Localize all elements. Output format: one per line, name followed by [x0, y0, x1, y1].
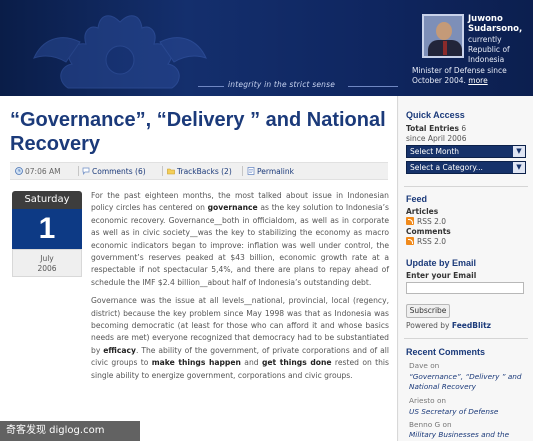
chevron-down-icon: ▼ [513, 162, 525, 173]
site-header: integrity in the strict sense Juwono Sud… [0, 0, 533, 96]
post-body: For the past eighteen months, the most t… [91, 190, 389, 388]
email-input[interactable] [406, 282, 524, 294]
watermark: 奇客发现 diglog.com [0, 421, 140, 441]
author-more-link[interactable]: more [468, 76, 487, 85]
powered-by: Powered by FeedBlitz [406, 321, 492, 330]
category-select[interactable]: Select a Category... ▼ [406, 161, 526, 174]
trackbacks-link[interactable]: TrackBacks (2) [177, 167, 232, 176]
author-profile: Juwono Sudarsono, currently Republic of … [412, 14, 532, 94]
chevron-down-icon: ▼ [513, 146, 525, 157]
author-role-detail: Minister of Defense since October 2004. … [412, 66, 507, 85]
feed-heading: Feed [406, 194, 428, 204]
author-name: Juwono Sudarsono, [468, 14, 523, 34]
articles-rss-link[interactable]: RSS 2.0 [406, 217, 446, 227]
recent-comment-link[interactable]: “Governance”, “Delivery ” and National R… [409, 372, 527, 392]
entries-since: since April 2006 [406, 134, 467, 143]
folder-icon [167, 168, 175, 175]
comments-link[interactable]: Comments (6) [92, 167, 146, 176]
author-role: currently Republic of Indonesia [468, 35, 510, 64]
garuda-emblem-icon [33, 15, 207, 89]
sidebar-divider [404, 186, 528, 187]
permalink-link[interactable]: Permalink [257, 167, 294, 176]
date-weekday: Saturday [12, 191, 82, 209]
update-email-heading: Update by Email [406, 258, 477, 268]
permalink-wrap[interactable]: Permalink [247, 167, 294, 176]
post-meta-bar: 07:06 AM Comments (6) TrackBacks (2) Per… [10, 162, 388, 180]
articles-label: Articles [406, 207, 439, 216]
recent-comment-link[interactable]: US Secretary of Defense [409, 407, 527, 417]
tagline-text: integrity in the strict sense [228, 80, 336, 89]
post-date-box: Saturday 1 July 2006 [12, 191, 82, 281]
email-label: Enter your Email [406, 271, 477, 280]
comments-feed-label: Comments [406, 227, 451, 236]
date-year: 2006 [37, 264, 57, 273]
comment-icon [82, 167, 90, 175]
feedblitz-link[interactable]: FeedBlitz [452, 321, 491, 330]
clock-icon [15, 167, 23, 175]
tagline: integrity in the strict sense [198, 80, 398, 92]
document-icon [247, 167, 255, 175]
total-entries: Total Entries 6 [406, 124, 467, 133]
trackbacks-link-wrap[interactable]: TrackBacks (2) [167, 167, 232, 176]
comments-rss-link[interactable]: RSS 2.0 [406, 237, 446, 247]
recent-comment-link[interactable]: Military Businesses and the [409, 430, 527, 440]
recent-comment-author: Benno G on [409, 420, 452, 429]
date-month-year: July 2006 [12, 249, 82, 277]
date-month: July [40, 254, 54, 263]
post-time: 07:06 AM [15, 167, 61, 176]
recent-comments-heading: Recent Comments [406, 347, 486, 357]
post-paragraph: Governance was the issue at all levels__… [91, 296, 389, 380]
sidebar-divider [404, 338, 528, 339]
recent-comment-author: Dave on [409, 361, 440, 370]
rss-icon [406, 217, 414, 225]
author-photo [422, 14, 464, 58]
month-select[interactable]: Select Month ▼ [406, 145, 526, 158]
main-content: “Governance”, “Delivery ” and National R… [0, 96, 398, 441]
quick-access-heading: Quick Access [406, 110, 465, 120]
comments-link-wrap[interactable]: Comments (6) [82, 167, 146, 176]
recent-comment-author: Ariesto on [409, 396, 447, 405]
subscribe-button[interactable]: Subscribe [406, 304, 450, 318]
date-day-number: 1 [12, 209, 82, 249]
post-title[interactable]: “Governance”, “Delivery ” and National R… [10, 108, 390, 156]
post-paragraph: For the past eighteen months, the most t… [91, 191, 389, 287]
rss-icon [406, 237, 414, 245]
